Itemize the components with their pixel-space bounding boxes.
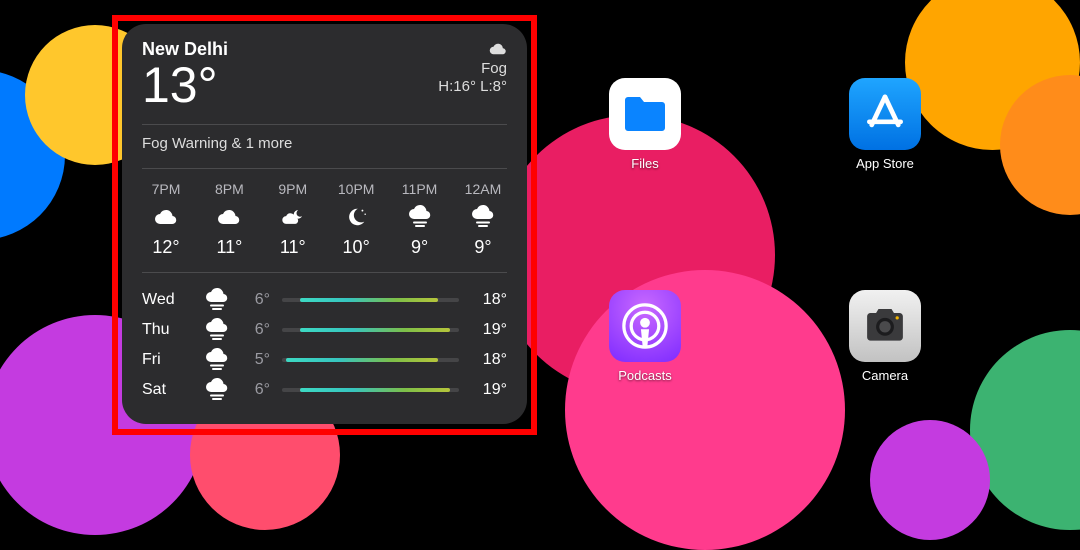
app-files[interactable]: Files	[600, 78, 690, 171]
bokeh-circle	[870, 420, 990, 540]
annotation-highlight	[112, 15, 537, 435]
files-icon	[609, 78, 681, 150]
app-label: Podcasts	[618, 368, 671, 383]
app-label: App Store	[856, 156, 914, 171]
app-label: Files	[631, 156, 658, 171]
appstore-icon	[849, 78, 921, 150]
app-podcasts[interactable]: Podcasts	[600, 290, 690, 383]
app-appstore[interactable]: App Store	[840, 78, 930, 171]
podcasts-icon	[609, 290, 681, 362]
app-label: Camera	[862, 368, 908, 383]
camera-icon	[849, 290, 921, 362]
app-camera[interactable]: Camera	[840, 290, 930, 383]
